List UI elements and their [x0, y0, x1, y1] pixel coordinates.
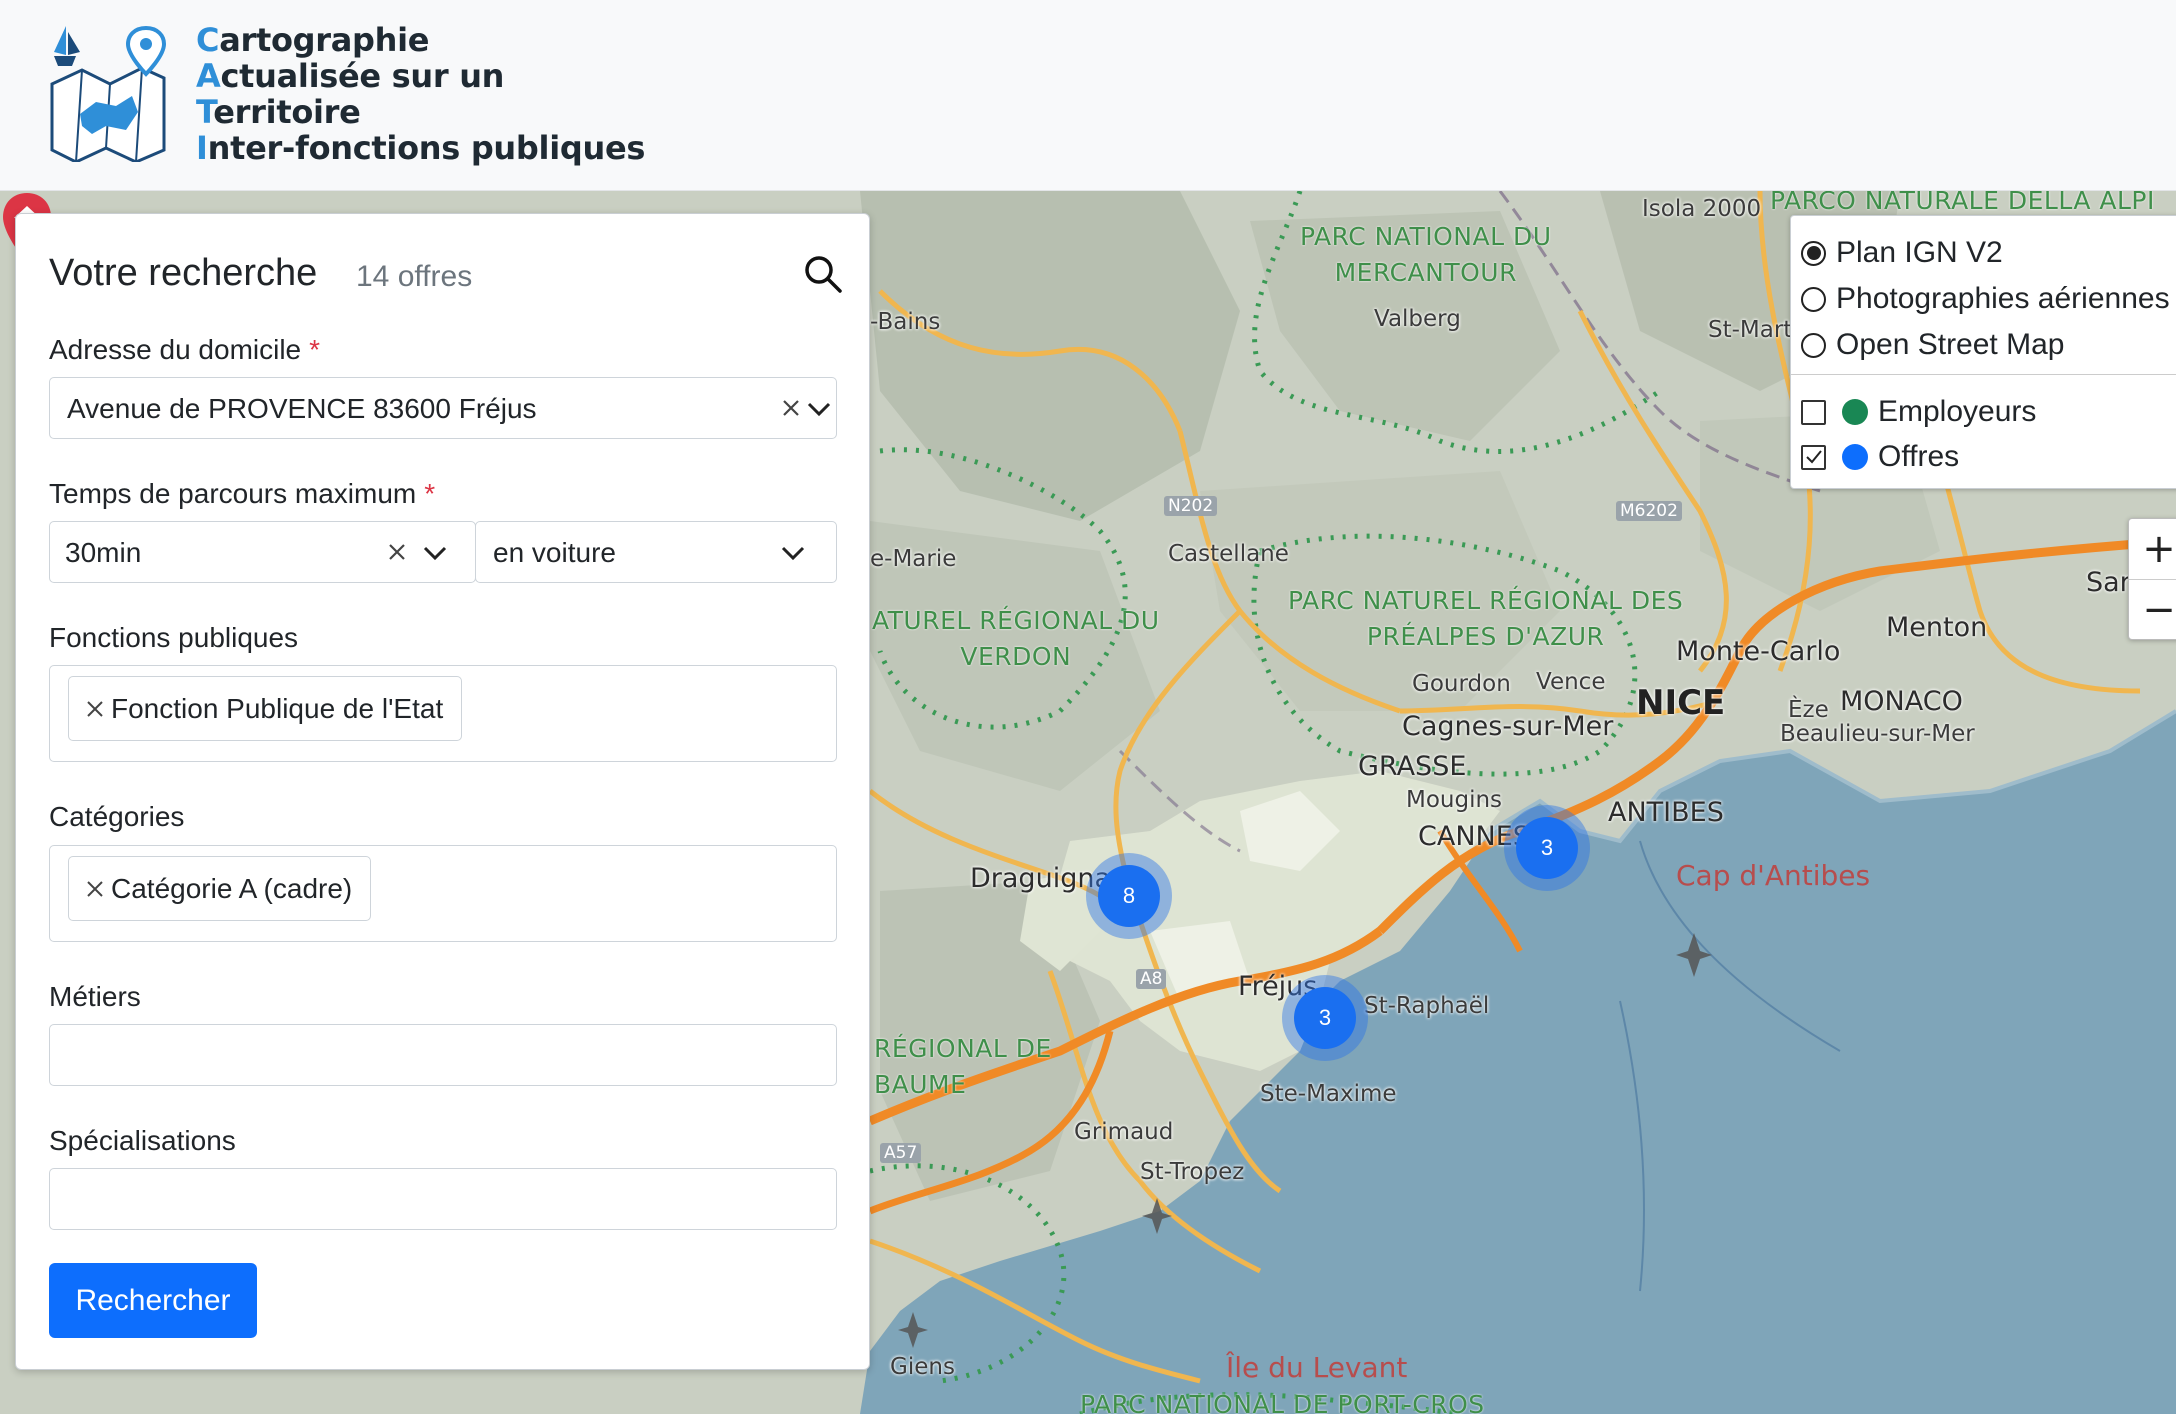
search-panel: Votre recherche 14 offres Adresse du dom… [15, 213, 870, 1370]
label-valberg: Valberg [1374, 306, 1461, 332]
chevron-down-icon[interactable] [778, 539, 808, 565]
label-st-tropez: St-Tropez [1140, 1159, 1245, 1185]
panel-title: Votre recherche [49, 252, 318, 294]
required-marker: * [309, 334, 321, 365]
label-sar: Sar [2086, 567, 2131, 598]
label-verdon: ATUREL RÉGIONAL DU VERDON [872, 606, 1160, 671]
title-line-4: Inter-fonctions publiques [196, 129, 646, 167]
label-n202: N202 [1164, 496, 1218, 516]
app-header: Cartographie Actualisée sur un Territoir… [0, 0, 2176, 191]
employeurs-dot-icon [1842, 399, 1868, 425]
label-prealpes: PARC NATUREL RÉGIONAL DES PRÉALPES D'AZU… [1288, 586, 1684, 651]
chevron-down-icon[interactable] [420, 539, 450, 565]
label-menton: Menton [1886, 612, 1988, 643]
chevron-down-icon[interactable] [804, 395, 834, 421]
layer-switcher: Plan IGN V2 Photographies aériennes Open… [1790, 215, 2176, 489]
cluster-frejus[interactable]: 3 [1282, 975, 1368, 1061]
label-ste-maxime: Ste-Maxime [1260, 1081, 1397, 1107]
label-eze: Èze [1788, 697, 1829, 723]
label-castellane: Castellane [1168, 541, 1289, 567]
clear-address-icon[interactable] [778, 395, 804, 421]
duration-select[interactable]: 30min [49, 521, 476, 583]
zoom-out-button[interactable]: − [2129, 580, 2176, 640]
label-port-cros: PARC NATIONAL DE PORT-CROS [1080, 1390, 1485, 1414]
label-monte-carlo: Monte-Carlo [1676, 636, 1841, 667]
address-select[interactable]: Avenue de PROVENCE 83600 Fréjus [49, 377, 837, 439]
required-marker: * [424, 478, 436, 509]
metiers-input[interactable] [49, 1024, 837, 1086]
duration-value: 30min [65, 537, 142, 568]
zoom-in-button[interactable]: + [2129, 519, 2176, 579]
categories-multiselect[interactable]: Catégorie A (cadre) [49, 845, 837, 942]
metiers-label: Métiers [49, 981, 141, 1012]
submit-search-button[interactable]: Rechercher [49, 1263, 257, 1338]
label-gourdon: Gourdon [1412, 671, 1511, 697]
title-line-2: Actualisée sur un [196, 57, 505, 95]
label-vence: Vence [1536, 669, 1606, 695]
label-a57: A57 [880, 1143, 922, 1163]
map-logo-icon[interactable] [46, 22, 170, 162]
label-st-raphael: St-Raphaël [1364, 993, 1490, 1019]
layer-osm[interactable]: Open Street Map [1801, 325, 2064, 365]
label-cagnes: Cagnes-sur-Mer [1402, 711, 1614, 742]
cluster-count: 3 [1516, 817, 1578, 879]
tag-categorie: Catégorie A (cadre) [68, 856, 372, 921]
checkbox-icon [1801, 399, 1826, 425]
tag-fonction: Fonction Publique de l'Etat [68, 676, 463, 741]
label-isola: Isola 2000 [1642, 196, 1762, 222]
label-beaulieu: Beaulieu-sur-Mer [1780, 721, 1975, 747]
address-value: Avenue de PROVENCE 83600 Fréjus [67, 393, 537, 424]
transport-mode-value: en voiture [493, 537, 616, 568]
label-antibes: ANTIBES [1608, 797, 1724, 828]
offres-dot-icon [1842, 444, 1868, 470]
remove-tag-icon[interactable] [85, 699, 105, 719]
overlay-employeurs[interactable]: Employeurs [1801, 392, 2036, 432]
label-mercantour: PARC NATIONAL DU MERCANTOUR [1300, 222, 1552, 287]
label-regional-baume: RÉGIONAL DE BAUME [874, 1034, 1052, 1099]
cluster-cannes[interactable]: 3 [1504, 805, 1590, 891]
radio-icon [1801, 286, 1826, 312]
search-icon[interactable] [801, 252, 845, 296]
label-st-mart: St-Mart [1708, 317, 1793, 343]
label-a8: A8 [1136, 969, 1167, 989]
label-bains: -Bains [870, 309, 941, 335]
label-nice: NICE [1636, 683, 1726, 723]
label-marie: e-Marie [870, 546, 957, 572]
duration-label: Temps de parcours maximum * [49, 478, 436, 509]
label-giens: Giens [890, 1354, 955, 1380]
layer-divider [1791, 374, 2176, 375]
cluster-count: 8 [1098, 865, 1160, 927]
app-title: Cartographie Actualisée sur un Territoir… [196, 22, 645, 166]
label-monaco: MONACO [1840, 686, 1963, 717]
zoom-control: + − [2128, 518, 2176, 640]
label-m6202: M6202 [1616, 501, 1682, 521]
label-grasse: GRASSE [1358, 751, 1467, 782]
label-grimaud: Grimaud [1074, 1119, 1174, 1145]
overlay-offres[interactable]: Offres [1801, 437, 1959, 477]
title-line-1: Cartographie [196, 21, 430, 59]
specialisations-label: Spécialisations [49, 1125, 236, 1156]
results-count: 14 offres [356, 260, 473, 293]
clear-duration-icon[interactable] [384, 539, 410, 565]
radio-icon [1801, 332, 1826, 358]
checkbox-checked-icon [1801, 444, 1826, 470]
fonctions-multiselect[interactable]: Fonction Publique de l'Etat [49, 665, 837, 762]
layer-photographies[interactable]: Photographies aériennes [1801, 279, 2170, 319]
categories-label: Catégories [49, 801, 185, 832]
transport-mode-select[interactable]: en voiture [475, 521, 837, 583]
cluster-draguignan[interactable]: 8 [1086, 853, 1172, 939]
specialisations-input[interactable] [49, 1168, 837, 1230]
cluster-count: 3 [1294, 987, 1356, 1049]
label-ile-du-levant: Île du Levant [1226, 1351, 1408, 1384]
fonctions-label: Fonctions publiques [49, 622, 299, 653]
address-label: Adresse du domicile * [49, 334, 321, 365]
layer-plan-ign[interactable]: Plan IGN V2 [1801, 233, 2003, 273]
title-line-3: Territoire [196, 93, 361, 131]
remove-tag-icon[interactable] [85, 879, 105, 899]
radio-selected-icon [1801, 240, 1826, 266]
label-mougins: Mougins [1406, 787, 1503, 813]
label-cap-antibes: Cap d'Antibes [1676, 859, 1871, 892]
